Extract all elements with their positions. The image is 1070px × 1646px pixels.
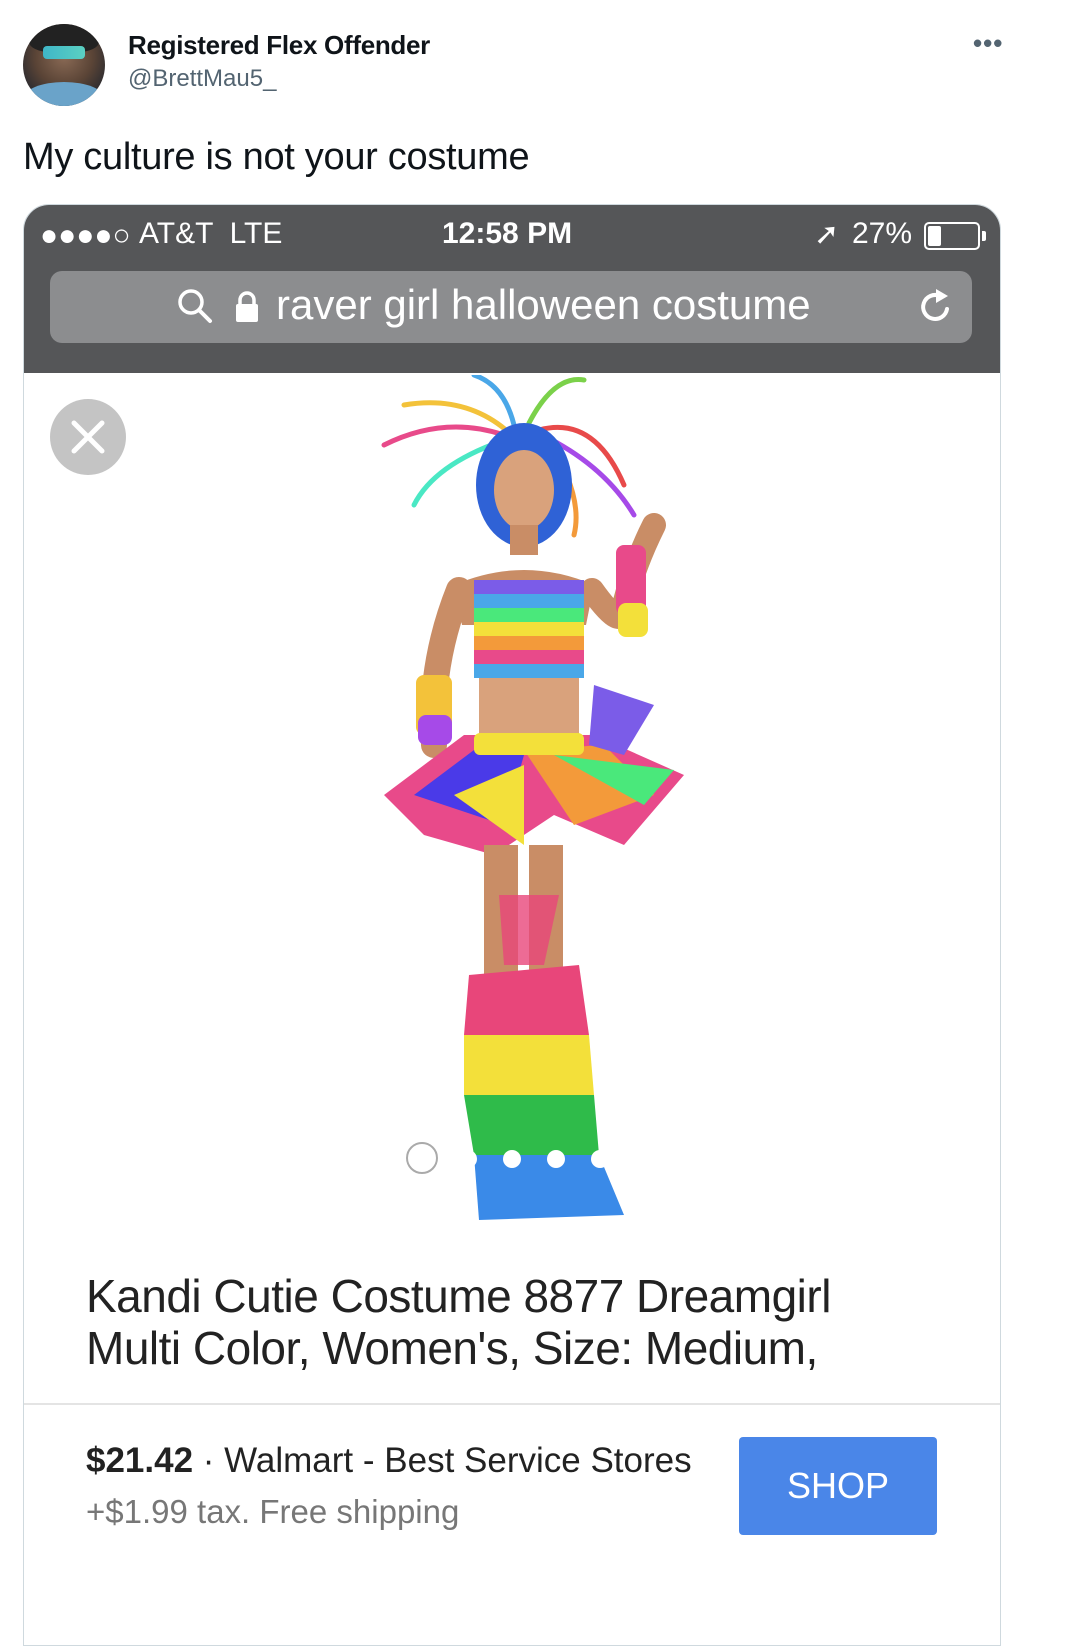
location-arrow-icon: ➚ [814, 218, 840, 251]
avatar-sunglasses [43, 46, 85, 59]
search-icon [178, 289, 212, 323]
search-query[interactable]: raver girl halloween costume [276, 281, 811, 329]
product-image[interactable] [324, 375, 724, 1235]
close-button[interactable] [50, 399, 126, 475]
lock-icon [236, 291, 258, 322]
seller-name: · Walmart - Best Service Stores [202, 1441, 692, 1480]
battery-percent: 27% [852, 217, 913, 250]
battery-level [928, 226, 941, 246]
shop-button[interactable]: SHOP [739, 1437, 937, 1535]
close-icon [71, 420, 105, 454]
battery-icon [924, 222, 986, 250]
carousel-dot[interactable] [547, 1150, 565, 1168]
status-bar: ●●●●○ AT&T LTE 12:58 PM ➚ 27% [24, 205, 1000, 267]
product-title-line-1[interactable]: Kandi Cutie Costume 8877 Dreamgirl [86, 1269, 831, 1323]
avatar-shirt [23, 82, 105, 106]
battery-nub [982, 231, 986, 241]
product-price: $21.42 [86, 1441, 194, 1480]
browser-toolbar: raver girl halloween costume [24, 267, 1000, 373]
carousel-dot[interactable] [503, 1150, 521, 1168]
display-name[interactable]: Registered Flex Offender [128, 30, 430, 61]
user-handle[interactable]: @BrettMau5_ [128, 65, 276, 93]
attached-screenshot[interactable]: ●●●●○ AT&T LTE 12:58 PM ➚ 27% raver girl… [23, 204, 1001, 1646]
address-bar[interactable]: raver girl halloween costume [50, 271, 972, 343]
signal-strength-icon: ●●●●○ [40, 219, 131, 252]
carousel-dot[interactable] [459, 1150, 477, 1168]
more-horizontal-icon[interactable]: ••• [973, 28, 1003, 59]
tweet-text: My culture is not your costume [23, 136, 530, 178]
divider [24, 1403, 1000, 1405]
reload-icon[interactable] [916, 287, 956, 327]
clock: 12:58 PM [442, 217, 573, 250]
price-row: $21.42 · Walmart - Best Service Stores [86, 1441, 692, 1481]
product-title-line-2[interactable]: Multi Color, Women's, Size: Medium, [86, 1321, 818, 1375]
carousel-dot-active[interactable] [406, 1142, 438, 1174]
carrier-label: AT&T LTE [139, 217, 283, 250]
avatar[interactable] [23, 24, 105, 106]
carousel-dot[interactable] [591, 1150, 609, 1168]
tax-shipping-info: +$1.99 tax. Free shipping [86, 1493, 460, 1530]
